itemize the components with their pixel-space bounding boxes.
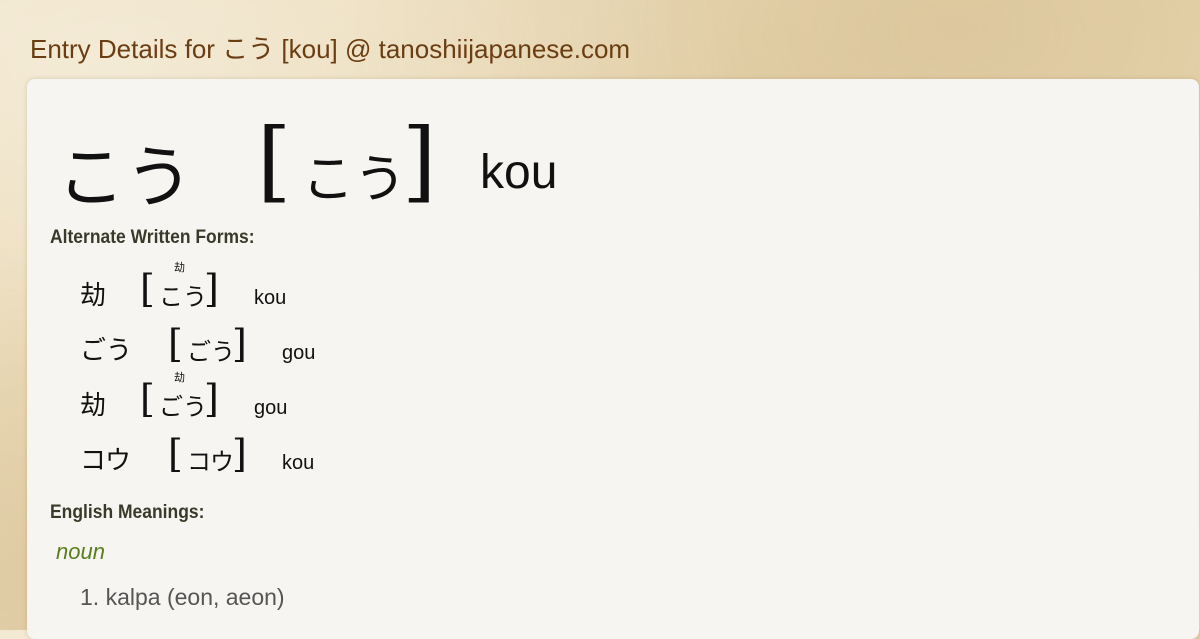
alternate-form-bracket-open: [ [140, 267, 155, 311]
alternate-form-bracket-close: ] [232, 322, 247, 366]
headword-bracket-close: ] [402, 109, 437, 212]
headword-romaji: kou [480, 146, 558, 199]
alternate-form-romaji: gou [254, 397, 288, 419]
alternate-form-reading: ごう [187, 338, 235, 366]
alternate-form-reading: コウ [187, 448, 235, 476]
alternate-form-bracket-close: ] [204, 377, 219, 421]
alternate-form-word: ごう [80, 336, 133, 366]
alternate-form-word: 劫 [80, 281, 107, 311]
alternate-forms-label: Alternate Written Forms: [50, 227, 255, 248]
alternate-form-word: コウ [80, 446, 131, 476]
alternate-form-romaji: kou [282, 452, 315, 474]
part-of-speech: noun [56, 539, 105, 564]
alternate-form-bracket-open: [ [140, 377, 155, 421]
page-title: Entry Details for こう [kou] @ tanoshiijap… [30, 34, 631, 64]
alternate-form-romaji: kou [254, 287, 287, 309]
alternate-form-romaji: gou [282, 342, 316, 364]
alternate-form-reading: ごう [159, 393, 207, 421]
english-meanings-label: English Meanings: [50, 502, 205, 523]
alternate-form-bracket-close: ] [204, 267, 219, 311]
alternate-form-ruby: 劫 [174, 371, 185, 384]
alternate-form-bracket-close: ] [232, 432, 247, 476]
headword-kana: こう [57, 139, 194, 218]
alternate-form-reading: こう [159, 283, 207, 311]
meaning-item: 1. kalpa (eon, aeon) [80, 584, 285, 610]
alternate-form-word: 劫 [80, 391, 107, 421]
alternate-form-bracket-open: [ [168, 322, 183, 366]
alternate-form-ruby: 劫 [174, 261, 185, 274]
entry-card: こう [ こう ] kou Alternate Written Forms: 劫… [27, 79, 1199, 639]
headword-reading: こう [302, 150, 407, 210]
alternate-form-bracket-open: [ [168, 432, 183, 476]
headword-bracket-open: [ [257, 109, 292, 212]
